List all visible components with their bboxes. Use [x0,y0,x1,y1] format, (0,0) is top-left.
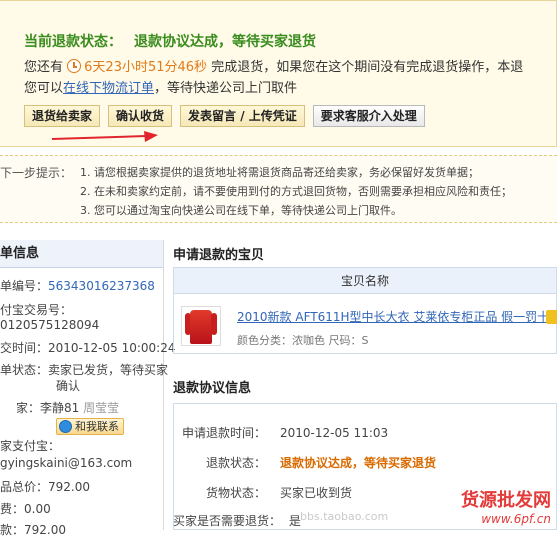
item-properties: 颜色分类：浓咖色 尺码：S [237,334,369,347]
wangwang-icon [59,420,72,433]
apply-time-row: 申请退款时间： 2010-12-05 11:03 [181,426,389,440]
order-number-link[interactable]: 56343016237368 [48,279,155,293]
order-state-cont: 确认 [56,379,81,393]
return-to-seller-button[interactable]: 退货给卖家 [24,105,101,127]
need-return-row: 买家是否需要退货： 是 [173,514,301,528]
item-name-header: 宝贝名称 [174,268,556,294]
seller-alipay-value: gyingskaini@163.com [0,456,133,470]
deal-time-row: 交时间：2010-12-05 10:00:24 [0,341,176,355]
refund-status-row: 退款状态： 退款协议达成，等待买家退货 [205,456,437,470]
red-arrow-icon [51,131,158,142]
logistics-line: 您可以在线下物流订单，等待快递公司上门取件 [24,81,298,96]
watermark-url: www.6pf.cn [481,512,551,526]
seller-alipay-row: 家支付宝： [0,439,61,453]
seller-name: 李静81 [40,401,80,415]
contact-row: 和我联系 [56,418,124,435]
order-info-title: 单信息 [0,240,163,268]
next-step-tips: 下一步提示： 1. 请您根据卖家提供的退货地址将需退货商品寄还给卖家，务必保留好… [0,155,557,223]
bbs-watermark: bbs.taobao.com [300,510,389,523]
shipping-fee-row: 费：0.00 [0,502,51,516]
tip-item: 1. 请您根据卖家提供的退货地址将需退货商品寄还给卖家，务必保留好发货单据； [80,166,479,179]
watermark: 货源批发网 www.6pf.cn [461,486,551,526]
alipay-no-row: 付宝交易号： [0,303,73,317]
item-thumbnail[interactable] [181,306,221,346]
refund-item-title: 申请退款的宝贝 [173,248,265,263]
contact-me-button[interactable]: 和我联系 [56,418,124,435]
countdown-timer: 6天23小时51分46秒 [84,60,208,75]
status-label: 当前退款状态： [24,34,122,50]
order-info-panel: 单信息 单编号：56343016237368 付宝交易号： 0120575128… [0,240,175,537]
action-buttons: 退货给卖家 确认收货 发表留言 / 上传凭证 要求客服介入处理 [24,105,425,127]
confirm-receipt-button[interactable]: 确认收货 [108,105,173,127]
seller-row: 家：李静81 周莹莹 [16,401,120,415]
coat-image [190,310,212,344]
total-price-row: 品总价：792.00 [0,480,91,494]
alipay-no-value: 0120575128094 [0,318,100,332]
item-name-link[interactable]: 2010新款 AFT611H型中长大衣 艾莱依专柜正品 假一罚十 [237,308,549,325]
status-value: 退款协议达成，等待买家退货 [134,34,316,50]
return-deadline-line: 您还有 6天23小时51分46秒 完成退货，如果您在这个期间没有完成退货操作，本… [24,59,524,75]
tips-list: 1. 请您根据卖家提供的退货地址将需退货商品寄还给卖家，务必保留好发货单据； 2… [80,163,512,220]
flag-icon [546,310,557,324]
agreement-title: 退款协议信息 [173,381,252,396]
order-number-row: 单编号：56343016237368 [0,279,155,293]
coat-image [211,313,217,335]
clock-icon [67,59,82,73]
goods-status-row: 货物状态： 买家已收到货 [205,486,353,500]
tips-label: 下一步提示： [0,166,73,180]
tip-item: 3. 您可以通过淘宝向快递公司在线下单，等待快递公司上门取件。 [80,204,402,217]
refund-status-heading: 当前退款状态： 退款协议达成，等待买家退货 [24,31,316,51]
request-service-button[interactable]: 要求客服介入处理 [312,105,425,127]
tip-item: 2. 在未和卖家约定前，请不要使用到付的方式退回货物，否则需要承担相应风险和责任… [80,185,512,198]
watermark-site-name: 货源批发网 [461,490,551,511]
online-logistics-order-link[interactable]: 在线下物流订单 [63,81,154,96]
leave-message-button[interactable]: 发表留言 / 上传凭证 [180,105,305,127]
refund-status-panel: 当前退款状态： 退款协议达成，等待买家退货 您还有 6天23小时51分46秒 完成… [0,0,557,147]
order-state-row: 单状态：卖家已发货，等待买家 [0,363,169,377]
refund-item-table: 宝贝名称 2010新款 AFT611H型中长大衣 艾莱依专柜正品 假一罚十 颜色… [173,267,557,354]
